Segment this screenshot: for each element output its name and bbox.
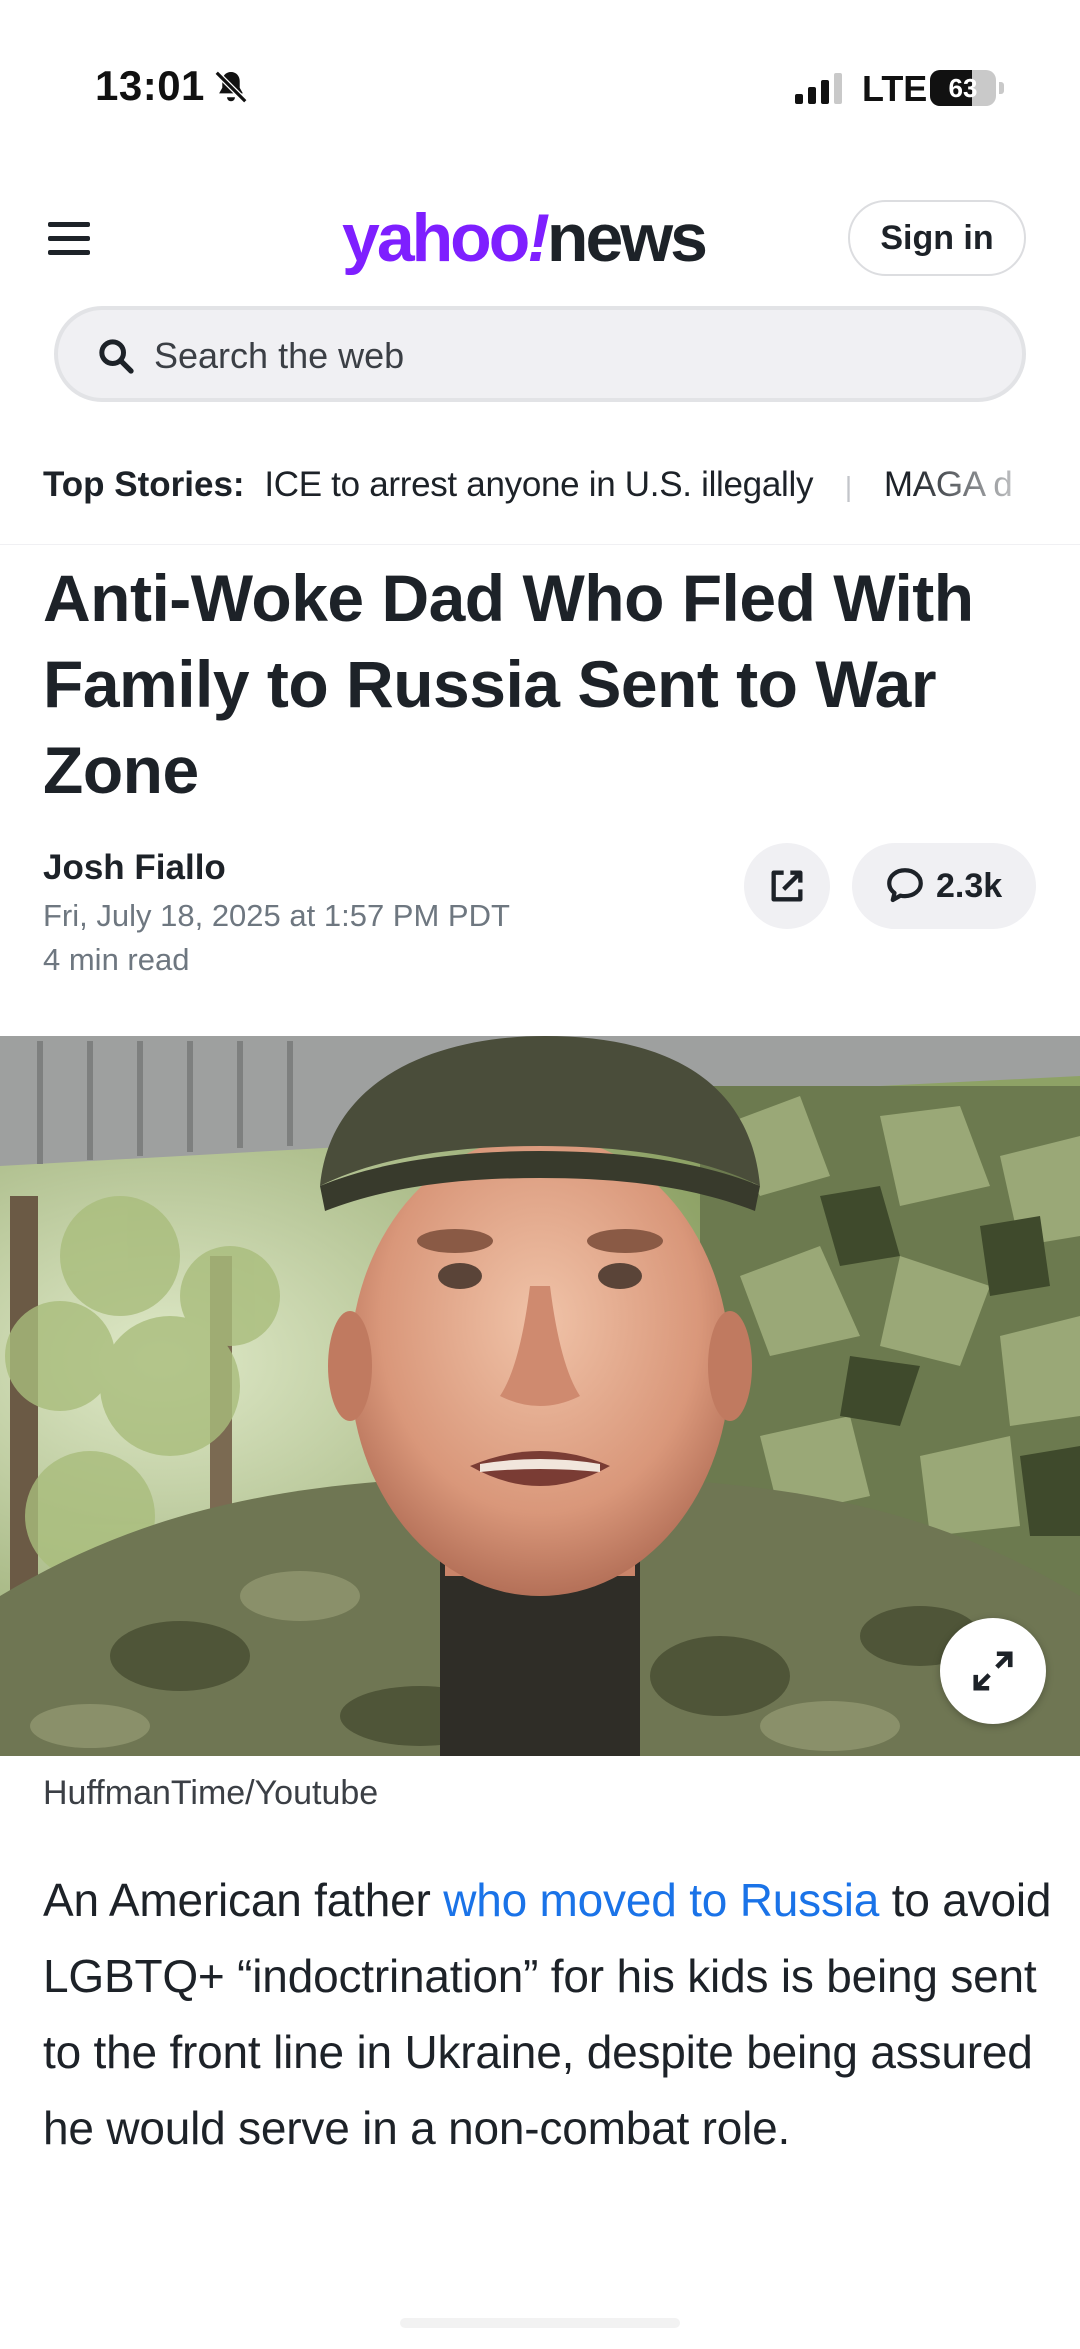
signal-icon (795, 73, 842, 104)
top-stories-label: Top Stories: (43, 465, 245, 504)
top-story-link[interactable]: ICE to arrest anyone in U.S. illegally (264, 465, 813, 504)
hamburger-menu-icon[interactable] (48, 218, 92, 258)
read-time: 4 min read (43, 942, 190, 977)
yahoo-news-logo[interactable]: yahoo!news (342, 198, 708, 278)
paragraph-text: An American father (43, 1874, 444, 1926)
network-label: LTE (862, 68, 928, 109)
search-icon (99, 339, 134, 374)
ticker-divider: | (844, 471, 853, 502)
article-headline: Anti-Woke Dad Who Fled With Family to Ru… (43, 561, 974, 807)
publish-date: Fri, July 18, 2025 at 1:57 PM PDT (43, 898, 510, 933)
image-credit: HuffmanTime/Youtube (43, 1774, 379, 1812)
site-header: yahoo!news Sign in Top Stories: ICE to a… (0, 170, 1080, 545)
status-time: 13:01 (95, 62, 205, 109)
top-stories-ticker: Top Stories: ICE to arrest anyone in U.S… (43, 460, 1080, 510)
expand-image-button[interactable] (940, 1618, 1046, 1724)
share-button[interactable] (744, 843, 830, 929)
inline-article-link[interactable]: who moved to Russia (443, 1874, 879, 1926)
share-icon (771, 870, 803, 902)
comments-button[interactable]: 2.3k (852, 843, 1036, 929)
battery-percent: 63 (948, 73, 978, 103)
comment-icon (887, 868, 923, 903)
search-bar[interactable] (54, 306, 1026, 402)
battery-icon: 63 (930, 70, 1006, 106)
sign-in-button[interactable]: Sign in (848, 200, 1026, 276)
expand-icon (973, 1651, 1013, 1691)
bell-slash-icon (214, 70, 248, 104)
home-indicator[interactable] (400, 2318, 680, 2328)
search-input[interactable] (154, 328, 974, 384)
article-paragraph: An American father who moved to Russia t… (43, 1862, 1053, 2184)
hero-photo (0, 1036, 1080, 1756)
comment-count: 2.3k (936, 867, 1003, 905)
author-name[interactable]: Josh Fiallo (43, 848, 226, 888)
article-hero-image[interactable] (0, 1036, 1080, 1756)
status-bar: 13:01 LTE 63 (0, 0, 1080, 170)
